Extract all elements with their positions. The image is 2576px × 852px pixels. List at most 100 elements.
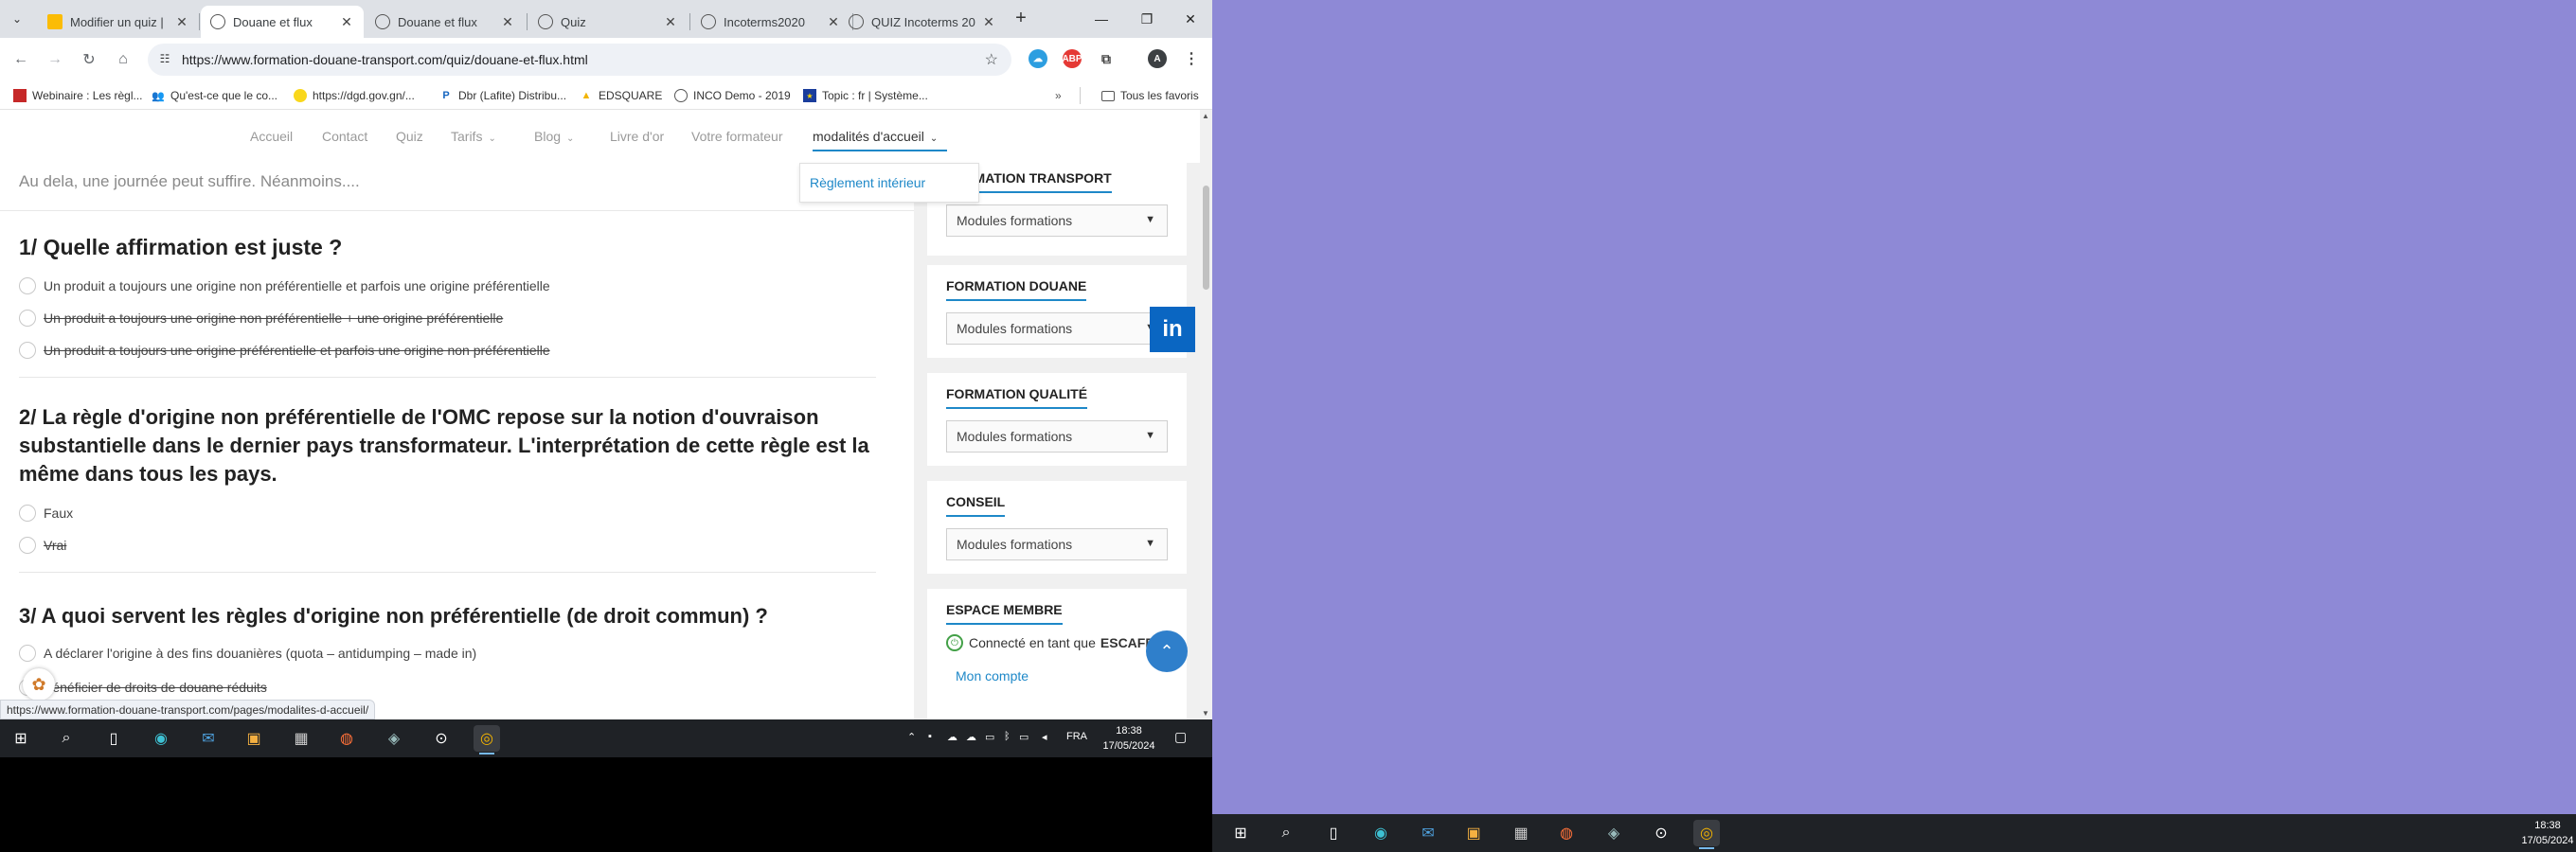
bookmark-item[interactable]: 👥 Qu'est-ce que le co... [152, 87, 277, 104]
answer-option[interactable]: Un produit a toujours une origine non pr… [19, 309, 503, 328]
bookmark-item[interactable]: Webinaire : Les règl... [13, 87, 143, 104]
scroll-down-arrow-icon[interactable]: ▼ [1202, 709, 1209, 718]
forward-button[interactable]: → [44, 48, 66, 71]
taskbar-clock[interactable]: 18:38 17/05/2024 [2519, 818, 2576, 848]
app-icon[interactable]: ⊙ [428, 725, 455, 752]
search-icon[interactable]: ⌕ [53, 725, 80, 752]
address-bar[interactable]: ☷ ☆ [148, 44, 1011, 76]
file-icon[interactable]: ▯ [1320, 820, 1347, 846]
radio-button[interactable] [19, 537, 36, 554]
page-scrollbar[interactable]: ▲ ▼ [1200, 110, 1212, 719]
back-button[interactable]: ← [9, 48, 32, 71]
mail-icon[interactable]: ✉ [195, 725, 222, 752]
bookmark-star-icon[interactable]: ☆ [985, 50, 998, 69]
nav-contact[interactable]: Contact [322, 129, 367, 144]
tray-volume-icon[interactable]: ◂ [1042, 731, 1047, 743]
modules-select[interactable]: Modules formations ▼ [946, 528, 1168, 560]
nav-tarifs[interactable]: Tarifs ⌄ [451, 129, 496, 144]
media-icon[interactable]: ▣ [241, 725, 267, 752]
tab-4[interactable]: Quiz ✕ [528, 6, 688, 38]
chrome-icon[interactable]: ◎ [474, 725, 500, 754]
calculator-icon[interactable]: ▦ [288, 725, 314, 752]
remote-app-icon[interactable]: ◈ [381, 725, 407, 752]
scroll-to-top-button[interactable]: ⌃ [1146, 630, 1188, 672]
tab-3[interactable]: Douane et flux ✕ [366, 6, 525, 38]
close-tab-icon[interactable]: ✕ [663, 14, 678, 30]
app-icon[interactable]: ⊙ [1648, 820, 1674, 846]
calculator-icon[interactable]: ▦ [1508, 820, 1534, 846]
answer-option[interactable]: Un produit a toujours une origine préfér… [19, 341, 550, 360]
tray-cloud-icon[interactable]: ☁ [966, 731, 976, 743]
all-bookmarks-folder[interactable]: Tous les favoris [1080, 87, 1199, 104]
scroll-up-arrow-icon[interactable]: ▲ [1202, 112, 1209, 120]
minimize-button[interactable]: — [1080, 0, 1123, 38]
tab-5[interactable]: Incoterms2020 ✕ [691, 6, 850, 38]
tray-battery-icon[interactable]: ▭ [1019, 731, 1029, 743]
tab-6[interactable]: QUIZ Incoterms 20 ✕ [839, 6, 1006, 38]
radio-button[interactable] [19, 645, 36, 662]
radio-button[interactable] [19, 310, 36, 327]
nav-accueil[interactable]: Accueil [250, 129, 293, 144]
answer-option[interactable]: Bénéficier de droits de douane réduits [19, 678, 267, 697]
close-window-button[interactable]: ✕ [1169, 0, 1212, 38]
close-tab-icon[interactable]: ✕ [339, 14, 354, 30]
nav-livre-dor[interactable]: Livre d'or [610, 129, 664, 144]
url-input[interactable] [182, 44, 921, 76]
restore-button[interactable]: ❐ [1125, 0, 1169, 38]
modules-select[interactable]: Modules formations ▼ [946, 420, 1168, 453]
radio-button[interactable] [19, 277, 36, 294]
answer-option[interactable]: Vrai [19, 536, 66, 555]
close-tab-icon[interactable]: ✕ [174, 14, 189, 30]
nav-blog[interactable]: Blog ⌄ [534, 129, 574, 144]
file-icon[interactable]: ▯ [100, 725, 127, 752]
new-tab-button[interactable]: + [1010, 8, 1032, 30]
adblock-extension-icon[interactable]: ABP [1062, 49, 1082, 68]
close-tab-icon[interactable]: ✕ [981, 14, 996, 30]
modules-select[interactable]: Modules formations ▼ [946, 204, 1168, 237]
browser-menu-icon[interactable]: ⋮ [1182, 49, 1201, 68]
windows-start-icon[interactable]: ⊞ [1227, 820, 1254, 846]
extensions-puzzle-icon[interactable]: ⧉ [1097, 49, 1116, 68]
edge-icon[interactable]: ◉ [1368, 820, 1394, 846]
tray-onedrive-icon[interactable]: ☁ [947, 731, 957, 743]
firefox-icon[interactable]: ◍ [333, 725, 360, 752]
home-button[interactable]: ⌂ [112, 48, 134, 71]
tab-search-button[interactable]: ⌄ [6, 8, 28, 30]
chrome-icon[interactable]: ◎ [1693, 820, 1720, 849]
notification-icon[interactable]: ▢ [1174, 729, 1187, 745]
bookmark-item[interactable]: ▲ EDSQUARE [580, 87, 663, 104]
bookmark-item[interactable]: ★ Topic : fr | Système... [803, 87, 928, 104]
windows-start-icon[interactable]: ⊞ [8, 725, 34, 752]
taskbar-clock[interactable]: 18:38 17/05/2024 [1100, 723, 1157, 754]
radio-button[interactable] [19, 505, 36, 522]
close-tab-icon[interactable]: ✕ [500, 14, 515, 30]
search-icon[interactable]: ⌕ [1273, 820, 1299, 846]
edge-icon[interactable]: ◉ [148, 725, 174, 752]
firefox-icon[interactable]: ◍ [1553, 820, 1580, 846]
language-indicator[interactable]: FRA [1066, 731, 1087, 742]
reload-button[interactable]: ↻ [78, 48, 100, 71]
site-info-icon[interactable]: ☷ [157, 52, 172, 67]
bookmark-item[interactable]: https://dgd.gov.gn/... [294, 87, 415, 104]
cookie-settings-icon[interactable]: ✿ [23, 668, 55, 701]
answer-option[interactable]: Un produit a toujours une origine non pr… [19, 276, 550, 295]
tray-app-icon[interactable]: ▪ [928, 731, 932, 742]
radio-button[interactable] [19, 342, 36, 359]
tray-chevron-icon[interactable]: ⌃ [907, 731, 916, 743]
profile-avatar[interactable]: A [1148, 49, 1167, 68]
media-icon[interactable]: ▣ [1460, 820, 1487, 846]
nav-modalites-accueil[interactable]: modalités d'accueil ⌄ [813, 129, 938, 144]
linkedin-share-button[interactable]: in [1150, 307, 1195, 352]
nav-votre-formateur[interactable]: Votre formateur [691, 129, 783, 144]
tray-network-icon[interactable]: ▭ [985, 731, 994, 743]
mon-compte-link[interactable]: Mon compte [956, 668, 1029, 683]
scrollbar-thumb[interactable] [1203, 186, 1209, 290]
more-bookmarks-chevron-icon[interactable]: » [1055, 87, 1062, 104]
cloud-extension-icon[interactable]: ☁ [1029, 49, 1047, 68]
modules-select[interactable]: Modules formations ▼ [946, 312, 1168, 345]
dropdown-item-reglement-interieur[interactable]: Règlement intérieur [810, 175, 925, 190]
bookmark-item[interactable]: INCO Demo - 2019 [674, 87, 791, 104]
remote-app-icon[interactable]: ◈ [1601, 820, 1627, 846]
mail-icon[interactable]: ✉ [1415, 820, 1441, 846]
answer-option[interactable]: Faux [19, 504, 73, 523]
